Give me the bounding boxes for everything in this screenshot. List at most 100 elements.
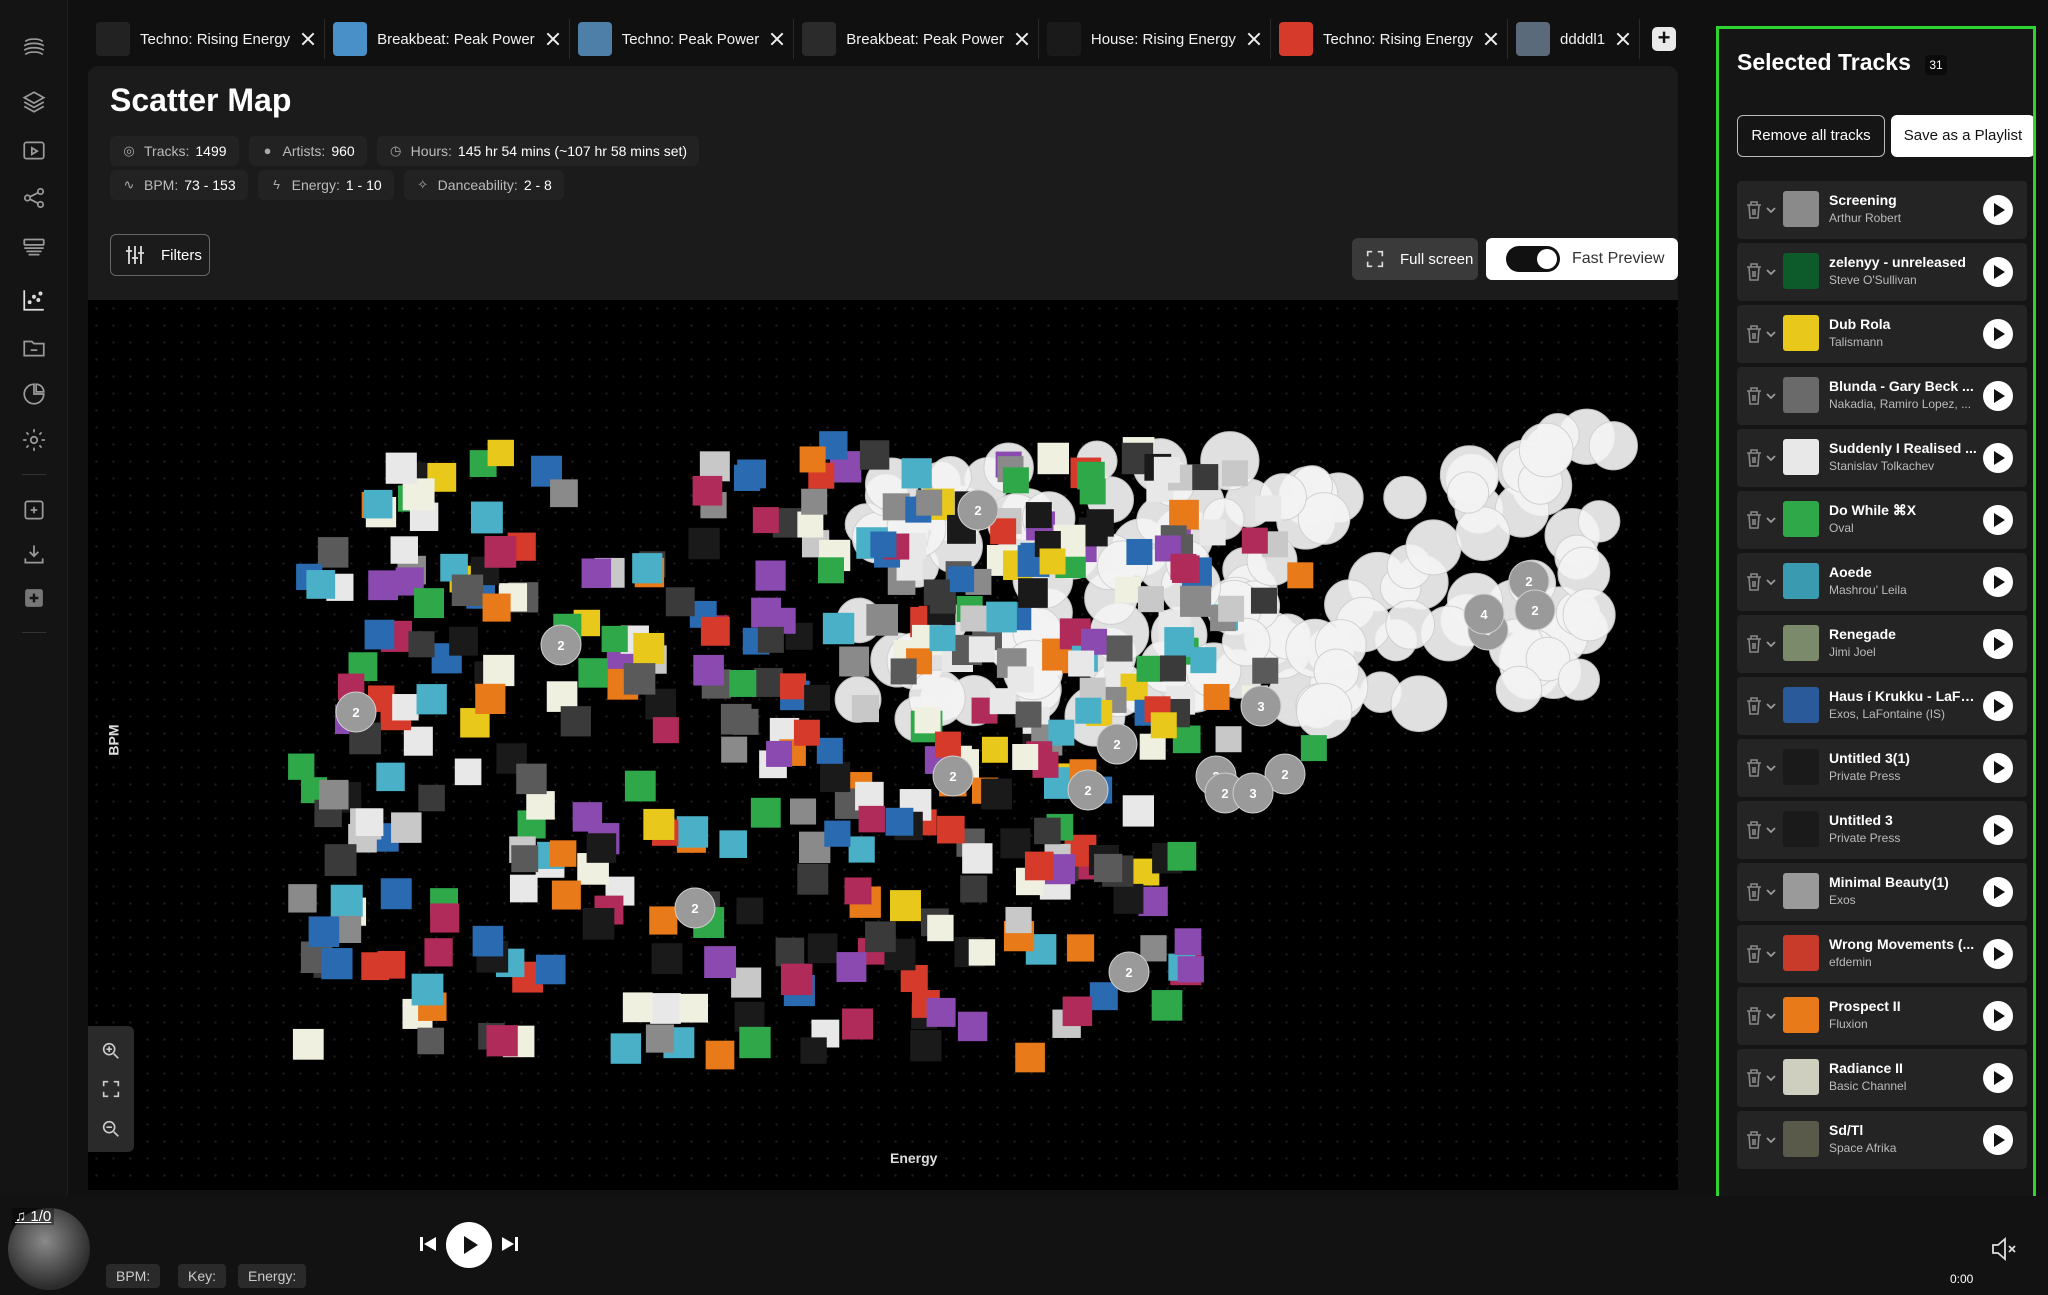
add-square-icon[interactable]: [20, 584, 48, 612]
track-thumbnail-point[interactable]: [308, 916, 340, 948]
track-thumbnail-point[interactable]: [650, 993, 681, 1024]
track-thumbnail-point[interactable]: [601, 625, 628, 653]
track-thumbnail-point[interactable]: [1287, 562, 1314, 589]
track-thumbnail-point[interactable]: [848, 836, 875, 863]
track-thumbnail-point[interactable]: [801, 488, 828, 515]
track-thumbnail-point[interactable]: [797, 863, 829, 895]
track-thumbnail-point[interactable]: [1170, 553, 1197, 580]
track-cluster-point[interactable]: [1557, 658, 1601, 701]
track-thumbnail-point[interactable]: [732, 708, 759, 735]
chevron-down-icon[interactable]: [1765, 1133, 1777, 1145]
track-thumbnail-point[interactable]: [729, 670, 757, 697]
track-thumbnail-point[interactable]: [733, 464, 761, 491]
track-thumbnail-point[interactable]: [752, 507, 779, 534]
track-thumbnail-point[interactable]: [968, 636, 995, 663]
trash-icon[interactable]: [1745, 634, 1763, 654]
track-thumbnail-point[interactable]: [739, 1026, 771, 1059]
chevron-down-icon[interactable]: [1765, 885, 1777, 897]
track-thumbnail-point[interactable]: [368, 570, 399, 601]
track-thumbnail-point[interactable]: [797, 511, 824, 538]
track-thumbnail-point[interactable]: [288, 884, 317, 913]
track-thumbnail-point[interactable]: [858, 805, 886, 833]
track-thumbnail-point[interactable]: [960, 875, 988, 903]
selected-track-row[interactable]: Haus í Krukku - LaFo... Exos, LaFontaine …: [1737, 677, 2027, 735]
volume-icon[interactable]: [1990, 1236, 2018, 1262]
track-thumbnail-point[interactable]: [1140, 935, 1167, 962]
trash-icon[interactable]: [1745, 944, 1763, 964]
track-thumbnail-point[interactable]: [736, 897, 764, 925]
track-thumbnail-point[interactable]: [780, 963, 813, 996]
play-track-button[interactable]: [1983, 1125, 2013, 1155]
track-thumbnail-point[interactable]: [451, 574, 484, 606]
track-thumbnail-point[interactable]: [1122, 795, 1155, 827]
play-track-button[interactable]: [1983, 691, 2013, 721]
track-thumbnail-point[interactable]: [704, 946, 737, 979]
track-cluster-point[interactable]: [1446, 471, 1490, 514]
track-thumbnail-point[interactable]: [1192, 464, 1219, 491]
track-thumbnail-point[interactable]: [981, 736, 1008, 763]
zoom-out-icon[interactable]: [100, 1118, 122, 1140]
track-thumbnail-point[interactable]: [430, 903, 460, 933]
graph-nodes-icon[interactable]: [20, 184, 48, 212]
track-thumbnail-point[interactable]: [364, 619, 395, 650]
track-thumbnail-point[interactable]: [1169, 499, 1199, 530]
track-thumbnail-point[interactable]: [1005, 906, 1032, 934]
track-thumbnail-point[interactable]: [719, 830, 748, 858]
track-thumbnail-point[interactable]: [624, 770, 656, 802]
track-thumbnail-point[interactable]: [390, 536, 418, 564]
trash-icon[interactable]: [1745, 1068, 1763, 1088]
track-thumbnail-point[interactable]: [820, 761, 851, 793]
track-thumbnail-point[interactable]: [757, 626, 784, 653]
track-thumbnail-point[interactable]: [1199, 519, 1226, 546]
selected-track-row[interactable]: Radiance II Basic Channel: [1737, 1049, 2027, 1107]
track-thumbnail-point[interactable]: [1012, 743, 1039, 770]
track-thumbnail-point[interactable]: [793, 719, 820, 746]
track-thumbnail-point[interactable]: [482, 593, 511, 622]
track-thumbnail-point[interactable]: [890, 658, 917, 685]
selected-track-row[interactable]: Wrong Movements (... efdemin: [1737, 925, 2027, 983]
track-thumbnail-point[interactable]: [403, 726, 433, 756]
selected-track-row[interactable]: Renegade Jimi Joel: [1737, 615, 2027, 673]
trash-icon[interactable]: [1745, 262, 1763, 282]
track-thumbnail-point[interactable]: [1094, 853, 1123, 883]
track-thumbnail-point[interactable]: [1241, 527, 1268, 554]
chevron-down-icon[interactable]: [1765, 203, 1777, 215]
close-tab-icon[interactable]: [1483, 31, 1499, 47]
track-thumbnail-point[interactable]: [454, 758, 482, 786]
save-as-playlist-button[interactable]: Save as a Playlist: [1891, 115, 2033, 157]
track-thumbnail-point[interactable]: [475, 683, 506, 714]
track-thumbnail-point[interactable]: [483, 654, 515, 687]
scatter-plot-area[interactable]: 22222222223354222 BPM Energy: [88, 300, 1678, 1190]
tab[interactable]: Techno: Peak Power: [570, 19, 795, 59]
track-thumbnail-point[interactable]: [1106, 635, 1133, 662]
track-thumbnail-point[interactable]: [934, 731, 961, 758]
track-thumbnail-point[interactable]: [889, 890, 921, 922]
chevron-down-icon[interactable]: [1765, 265, 1777, 277]
track-cluster-point[interactable]: [1562, 588, 1616, 642]
track-thumbnail-point[interactable]: [676, 816, 709, 848]
selected-track-row[interactable]: Aoede Mashrou' Leila: [1737, 553, 2027, 611]
track-thumbnail-point[interactable]: [927, 914, 954, 942]
trash-icon[interactable]: [1745, 758, 1763, 778]
tab[interactable]: Techno: Rising Energy: [1271, 19, 1509, 59]
track-thumbnail-point[interactable]: [487, 439, 514, 467]
track-thumbnail-point[interactable]: [1172, 725, 1201, 754]
track-thumbnail-point[interactable]: [1034, 817, 1061, 845]
trash-icon[interactable]: [1745, 572, 1763, 592]
video-folder-icon[interactable]: [20, 136, 48, 164]
track-thumbnail-point[interactable]: [1215, 726, 1242, 753]
trash-icon[interactable]: [1745, 1006, 1763, 1026]
play-track-button[interactable]: [1983, 443, 2013, 473]
playlist-stack-icon[interactable]: [20, 232, 48, 260]
full-screen-button[interactable]: Full screen: [1352, 238, 1478, 280]
track-thumbnail-point[interactable]: [818, 557, 845, 584]
track-thumbnail-point[interactable]: [1113, 883, 1144, 914]
track-thumbnail-point[interactable]: [1150, 712, 1177, 739]
play-track-button[interactable]: [1983, 1001, 2013, 1031]
track-thumbnail-point[interactable]: [1250, 587, 1277, 614]
trash-icon[interactable]: [1745, 200, 1763, 220]
trash-icon[interactable]: [1745, 1130, 1763, 1150]
track-thumbnail-point[interactable]: [1037, 442, 1070, 475]
play-track-button[interactable]: [1983, 815, 2013, 845]
track-thumbnail-point[interactable]: [780, 673, 807, 700]
